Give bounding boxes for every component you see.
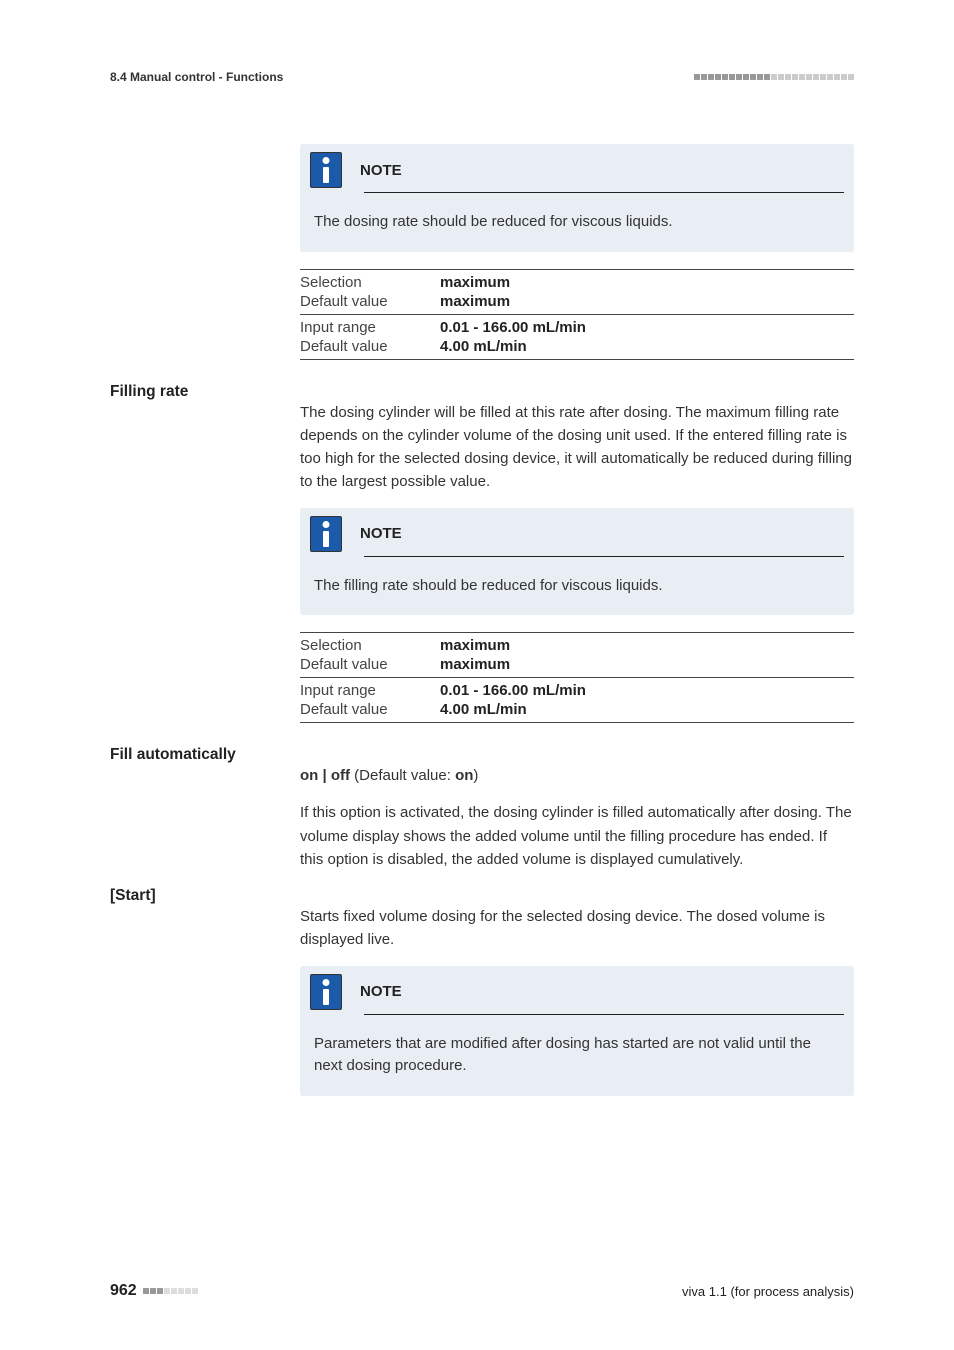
param-value: 0.01 - 166.00 mL/min <box>440 681 854 700</box>
fill-auto-text: If this option is activated, the dosing … <box>300 801 854 871</box>
options-val: on <box>455 767 473 784</box>
param-label: Selection <box>300 636 440 655</box>
filling-rate-text: The dosing cylinder will be filled at th… <box>300 401 854 494</box>
param-table-filling: Selectionmaximum Default valuemaximum In… <box>300 629 854 726</box>
info-icon <box>310 516 342 552</box>
note-filling-rate: NOTE The filling rate should be reduced … <box>300 508 854 616</box>
start-text: Starts fixed volume dosing for the selec… <box>300 905 854 952</box>
param-value: maximum <box>440 273 854 292</box>
footer-right: viva 1.1 (for process analysis) <box>682 1284 854 1299</box>
param-value: 4.00 mL/min <box>440 700 854 719</box>
info-icon <box>310 152 342 188</box>
param-value: maximum <box>440 636 854 655</box>
page-footer: 962 viva 1.1 (for process analysis) <box>110 1282 854 1300</box>
fill-auto-options: on | off (Default value: on) <box>300 764 854 787</box>
param-value: 0.01 - 166.00 mL/min <box>440 318 854 337</box>
note-text: Parameters that are modified after dosin… <box>300 1015 854 1096</box>
param-label: Input range <box>300 318 440 337</box>
page-number: 962 <box>110 1282 137 1300</box>
note-label: NOTE <box>360 162 402 179</box>
page-header: 8.4 Manual control - Functions <box>110 70 854 84</box>
param-label: Default value <box>300 292 440 311</box>
param-table-dosing: Selectionmaximum Default valuemaximum In… <box>300 266 854 363</box>
note-text: The filling rate should be reduced for v… <box>300 557 854 616</box>
param-label: Default value <box>300 337 440 356</box>
footer-decoration <box>143 1288 198 1294</box>
param-label: Default value <box>300 655 440 674</box>
options-prefix: on | off <box>300 767 350 784</box>
section-filling-rate-label: Filling rate <box>110 381 300 401</box>
section-fill-auto-label: Fill automatically <box>110 744 300 764</box>
param-label: Default value <box>300 700 440 719</box>
options-mid: (Default value: <box>350 767 455 784</box>
note-dosing-rate: NOTE The dosing rate should be reduced f… <box>300 144 854 252</box>
param-value: 4.00 mL/min <box>440 337 854 356</box>
param-value: maximum <box>440 292 854 311</box>
note-label: NOTE <box>360 983 402 1000</box>
section-start-label: [Start] <box>110 885 300 905</box>
note-start: NOTE Parameters that are modified after … <box>300 966 854 1096</box>
options-suffix: ) <box>473 767 478 784</box>
param-value: maximum <box>440 655 854 674</box>
param-label: Selection <box>300 273 440 292</box>
info-icon <box>310 974 342 1010</box>
note-label: NOTE <box>360 525 402 542</box>
note-text: The dosing rate should be reduced for vi… <box>300 193 854 252</box>
header-section: 8.4 Manual control - Functions <box>110 70 283 84</box>
param-label: Input range <box>300 681 440 700</box>
header-decoration <box>694 74 854 80</box>
